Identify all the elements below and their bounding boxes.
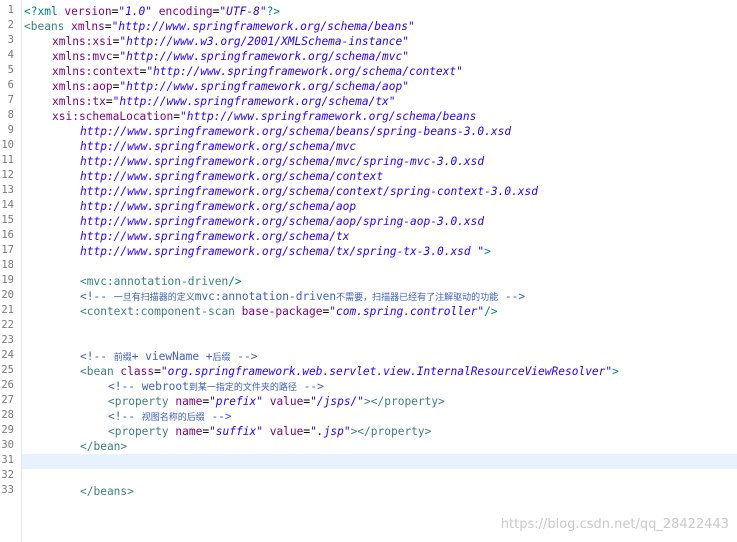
line-number: 11 <box>1 154 14 166</box>
line-number: 19 <box>1 274 14 286</box>
line-number: 3 <box>7 34 14 46</box>
line-number: 1 <box>7 4 14 16</box>
code-line-19: <mvc:annotation-driven/> <box>80 275 242 288</box>
line-number: 8 <box>7 109 14 121</box>
code-line-26: <!-- webroot到某一指定的文件夹的路径 --> <box>108 380 324 393</box>
code-line-1: <?xml version="1.0" encoding="UTF-8"?> <box>24 5 281 18</box>
code-line-11: http://www.springframework.org/schema/mv… <box>80 155 485 168</box>
line-number: 30 <box>1 439 14 451</box>
code-line-17: http://www.springframework.org/schema/tx… <box>80 245 491 258</box>
line-number: 13 <box>1 184 14 196</box>
code-line-15: http://www.springframework.org/schema/ao… <box>80 215 485 228</box>
code-line-10: http://www.springframework.org/schema/mv… <box>80 140 357 153</box>
code-line-30: </bean> <box>80 440 128 453</box>
line-number: 10 <box>1 139 14 151</box>
code-line-5: xmlns:context="http://www.springframewor… <box>52 65 463 78</box>
code-line-14: http://www.springframework.org/schema/ao… <box>80 200 357 213</box>
line-number: 15 <box>1 214 14 226</box>
line-number: 23 <box>1 334 14 346</box>
line-number: 17 <box>1 244 14 256</box>
code-line-28: <!-- 视图名称的后缀 --> <box>108 410 232 423</box>
code-line-27: <property name="prefix" value="/jsps/"><… <box>108 395 445 408</box>
code-area[interactable]: <?xml version="1.0" encoding="UTF-8"?> <… <box>24 0 737 542</box>
code-line-12: http://www.springframework.org/schema/co… <box>80 170 384 183</box>
line-number: 29 <box>1 424 14 436</box>
line-number: 2 <box>7 19 14 31</box>
line-number: 22 <box>1 319 14 331</box>
code-line-33: </beans> <box>80 485 134 498</box>
line-number: 4 <box>7 49 14 61</box>
line-number: 27 <box>1 394 14 406</box>
code-line-16: http://www.springframework.org/schema/tx <box>80 230 350 243</box>
line-number: 7 <box>7 94 14 106</box>
code-line-6: xmlns:aop="http://www.springframework.or… <box>52 80 409 93</box>
line-number: 18 <box>1 259 14 271</box>
line-number: 16 <box>1 229 14 241</box>
code-line-9: http://www.springframework.org/schema/be… <box>80 125 512 138</box>
code-line-13: http://www.springframework.org/schema/co… <box>80 185 539 198</box>
line-number: 9 <box>7 124 14 136</box>
code-line-21: <context:component-scan base-package="co… <box>80 305 498 318</box>
line-number: 20 <box>1 289 14 301</box>
code-line-7: xmlns:tx="http://www.springframework.org… <box>52 95 396 108</box>
code-line-20: <!-- 一旦有扫描器的定义mvc:annotation-driven不需要，扫… <box>80 290 526 303</box>
code-line-8: xsi:schemaLocation="http://www.springfra… <box>52 110 477 123</box>
code-line-25: <bean class="org.springframework.web.ser… <box>80 365 619 378</box>
line-number: 12 <box>1 169 14 181</box>
code-line-2: <beans xmlns="http://www.springframework… <box>24 20 415 33</box>
line-number: 32 <box>1 469 14 481</box>
line-number: 21 <box>1 304 14 316</box>
line-number: 25 <box>1 364 14 376</box>
code-line-4: xmlns:mvc="http://www.springframework.or… <box>52 50 409 63</box>
code-line-29: <property name="suffix" value=".jsp"></p… <box>108 425 432 438</box>
line-number: 14 <box>1 199 14 211</box>
line-number: 24 <box>1 349 14 361</box>
line-number: 26 <box>1 379 14 391</box>
code-line-24: <!-- 前缀+ viewName +后缀 --> <box>80 350 258 363</box>
line-number: 5 <box>7 64 14 76</box>
line-number: 31 <box>1 454 14 466</box>
line-number-gutter: 1 2 3 4 5 6 7 8 9 10 11 12 13 14 15 16 17 18 19 20 21 22 23 24 2… <box>0 0 22 542</box>
code-line-3: xmlns:xsi="http://www.w3.org/2001/XMLSch… <box>52 35 409 48</box>
line-number: 33 <box>1 484 14 496</box>
code-editor[interactable]: 1 2 3 4 5 6 7 8 9 10 11 12 13 14 15 16 17 18 19 20 21 22 23 24 2… <box>0 0 737 542</box>
line-number: 6 <box>7 79 14 91</box>
line-number: 28 <box>1 409 14 421</box>
watermark: https://blog.csdn.net/qq_28422443 <box>500 517 729 532</box>
